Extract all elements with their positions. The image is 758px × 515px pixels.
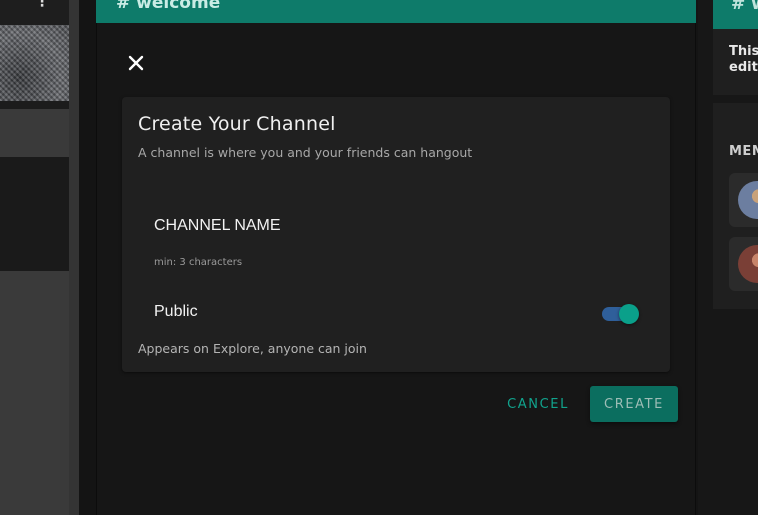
public-label: Public bbox=[154, 303, 198, 320]
left-sidebar: ⋮ bbox=[0, 0, 79, 515]
left-image-bar bbox=[0, 101, 69, 109]
create-channel-modal: Create Your Channel A channel is where y… bbox=[97, 23, 695, 515]
modal-subtitle: A channel is where you and your friends … bbox=[138, 145, 473, 160]
channel-name-input[interactable] bbox=[144, 209, 644, 243]
kebab-icon[interactable]: ⋮ bbox=[35, 0, 49, 10]
members-title: MEM bbox=[729, 144, 758, 159]
member-card[interactable] bbox=[729, 173, 758, 227]
modal-title: Create Your Channel bbox=[138, 113, 336, 135]
avatar bbox=[738, 245, 758, 283]
public-description: Appears on Explore, anyone can join bbox=[138, 341, 367, 356]
avatar bbox=[738, 181, 758, 219]
right-header: # w bbox=[713, 0, 758, 29]
member-card[interactable] bbox=[729, 237, 758, 291]
public-toggle[interactable] bbox=[601, 303, 639, 324]
left-banner-image bbox=[0, 25, 69, 101]
toggle-thumb bbox=[619, 304, 639, 324]
members-panel: MEM bbox=[713, 103, 758, 309]
create-button[interactable]: CREATE bbox=[590, 386, 678, 422]
right-description-line: This bbox=[729, 44, 758, 59]
channel-name-hint: min: 3 characters bbox=[154, 257, 243, 268]
left-panel bbox=[0, 157, 69, 271]
left-divider bbox=[69, 0, 79, 515]
right-description: This edit bbox=[713, 29, 758, 95]
cancel-button[interactable]: CANCEL bbox=[498, 386, 578, 422]
right-description-line: edit bbox=[729, 60, 758, 75]
left-top-bar: ⋮ bbox=[0, 0, 69, 25]
close-icon[interactable] bbox=[125, 52, 147, 74]
create-channel-form: Create Your Channel A channel is where y… bbox=[122, 97, 670, 372]
channel-header: # welcome bbox=[96, 0, 696, 23]
